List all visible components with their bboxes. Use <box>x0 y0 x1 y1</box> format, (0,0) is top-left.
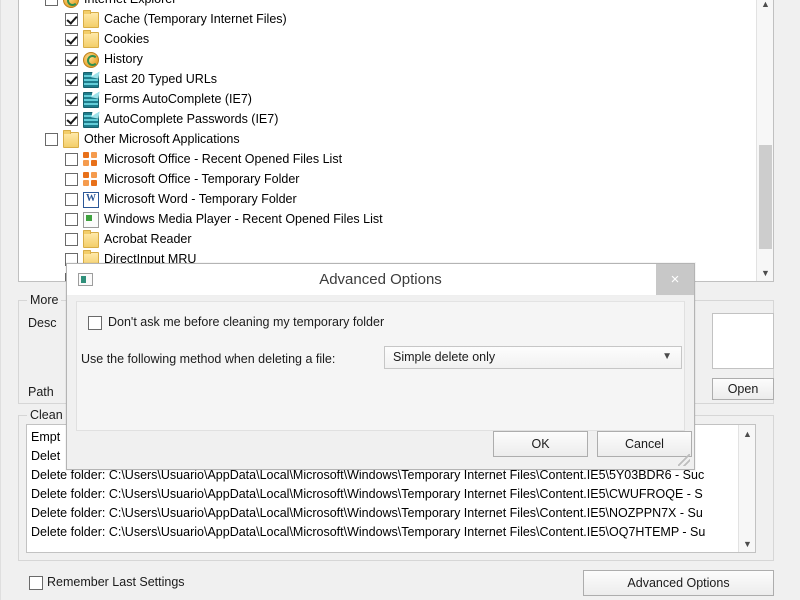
list-item-checkbox[interactable] <box>45 0 58 6</box>
list-item[interactable]: Forms AutoComplete (IE7) <box>19 89 756 109</box>
list-item-label: Internet Explorer <box>84 0 176 7</box>
list-item-checkbox[interactable] <box>65 52 78 66</box>
list-item[interactable]: Microsoft Office - Recent Opened Files L… <box>19 149 756 169</box>
list-item[interactable]: Cache (Temporary Internet Files) <box>19 9 756 29</box>
list-scrollbar-thumb[interactable] <box>759 145 772 249</box>
list-item[interactable]: Internet Explorer <box>19 0 756 9</box>
list-item[interactable]: Other Microsoft Applications <box>19 129 756 149</box>
resize-grip[interactable] <box>678 454 690 466</box>
list-item[interactable]: W Microsoft Word - Temporary Folder <box>19 189 756 209</box>
path-input[interactable] <box>712 313 774 369</box>
list-item-label: Microsoft Office - Recent Opened Files L… <box>104 152 343 166</box>
list-item-checkbox[interactable] <box>65 172 78 186</box>
list-item[interactable]: Acrobat Reader <box>19 229 756 249</box>
list-item[interactable]: AutoComplete Passwords (IE7) <box>19 109 756 129</box>
list-item-label: Other Microsoft Applications <box>84 132 240 146</box>
url-list-icon <box>83 71 99 88</box>
log-scrollbar[interactable]: ▲ ▼ <box>738 425 755 552</box>
more-group-caption: More <box>27 293 62 307</box>
open-button[interactable]: Open <box>712 378 774 400</box>
list-item[interactable]: Last 20 Typed URLs <box>19 69 756 89</box>
log-line: Delete folder: C:\Users\Usuario\AppData\… <box>31 506 703 520</box>
url-list-icon <box>83 111 99 128</box>
list-item-checkbox[interactable] <box>65 192 78 206</box>
delete-method-label: Use the following method when deleting a… <box>81 352 336 366</box>
cleaning-items-rows: Internet Explorer Cache (Temporary Intern… <box>19 0 756 281</box>
list-item-checkbox[interactable] <box>45 132 58 146</box>
path-label: Path <box>28 385 54 399</box>
cleaning-items-list[interactable]: Internet Explorer Cache (Temporary Intern… <box>18 0 774 282</box>
list-item-label: Forms AutoComplete (IE7) <box>104 92 252 106</box>
close-icon[interactable]: × <box>656 264 694 295</box>
remember-last-settings-label: Remember Last Settings <box>47 575 185 589</box>
chevron-up-icon[interactable]: ▲ <box>757 0 773 12</box>
ok-button[interactable]: OK <box>493 431 588 457</box>
log-line: Delete folder: C:\Users\Usuario\AppData\… <box>31 487 703 501</box>
folder-icon <box>83 230 99 248</box>
folder-icon <box>63 130 79 148</box>
list-item-checkbox[interactable] <box>65 32 78 46</box>
application-window: Internet Explorer Cache (Temporary Intern… <box>0 0 800 600</box>
delete-method-select[interactable]: Simple delete only ▼ <box>384 346 682 369</box>
advanced-options-button[interactable]: Advanced Options <box>583 570 774 596</box>
list-item-label: Cache (Temporary Internet Files) <box>104 12 287 26</box>
dont-ask-checkbox[interactable] <box>88 316 102 330</box>
clean-group-caption: Clean <box>27 408 66 422</box>
dialog-title: Advanced Options <box>319 271 442 288</box>
chevron-up-icon[interactable]: ▲ <box>739 425 755 442</box>
list-item-checkbox[interactable] <box>65 92 78 106</box>
history-icon <box>83 51 99 68</box>
list-item-checkbox[interactable] <box>65 72 78 86</box>
chevron-down-icon[interactable]: ▼ <box>757 264 773 281</box>
list-item-label: History <box>104 52 143 66</box>
list-item-checkbox[interactable] <box>65 212 78 226</box>
list-item-checkbox[interactable] <box>65 12 78 26</box>
list-item-label: Cookies <box>104 32 150 46</box>
remember-last-settings-checkbox[interactable] <box>29 576 43 590</box>
chevron-down-icon[interactable]: ▼ <box>662 351 672 362</box>
media-player-icon <box>83 212 99 228</box>
word-icon: W <box>83 191 99 208</box>
list-item-label: AutoComplete Passwords (IE7) <box>104 112 279 126</box>
list-item-checkbox[interactable] <box>65 152 78 166</box>
list-item-label: Last 20 Typed URLs <box>104 72 218 86</box>
chevron-down-icon[interactable]: ▼ <box>739 535 755 552</box>
log-line: Delete folder: C:\Users\Usuario\AppData\… <box>31 525 706 539</box>
folder-icon <box>83 30 99 48</box>
ie-globe-icon <box>63 0 79 8</box>
list-item[interactable]: Microsoft Office - Temporary Folder <box>19 169 756 189</box>
folder-icon <box>83 10 99 28</box>
office-icon <box>83 151 99 168</box>
list-item-label: Acrobat Reader <box>104 232 192 246</box>
list-item-label: Windows Media Player - Recent Opened Fil… <box>104 212 383 226</box>
delete-method-value: Simple delete only <box>393 350 496 364</box>
dialog-title-bar[interactable]: Advanced Options × <box>67 264 694 296</box>
advanced-options-dialog: Advanced Options × Don't ask me before c… <box>66 263 695 470</box>
list-item-label: Microsoft Office - Temporary Folder <box>104 172 300 186</box>
office-icon <box>83 171 99 188</box>
list-item[interactable]: Cookies <box>19 29 756 49</box>
list-item-label: Microsoft Word - Temporary Folder <box>104 192 297 206</box>
list-item-checkbox[interactable] <box>65 112 78 126</box>
description-label: Desc <box>28 316 57 330</box>
list-item[interactable]: Windows Media Player - Recent Opened Fil… <box>19 209 756 229</box>
list-scrollbar[interactable]: ▲ ▼ <box>756 0 773 281</box>
list-item[interactable]: History <box>19 49 756 69</box>
list-item-checkbox[interactable] <box>65 232 78 246</box>
dont-ask-label: Don't ask me before cleaning my temporar… <box>108 315 385 329</box>
url-list-icon <box>83 91 99 108</box>
